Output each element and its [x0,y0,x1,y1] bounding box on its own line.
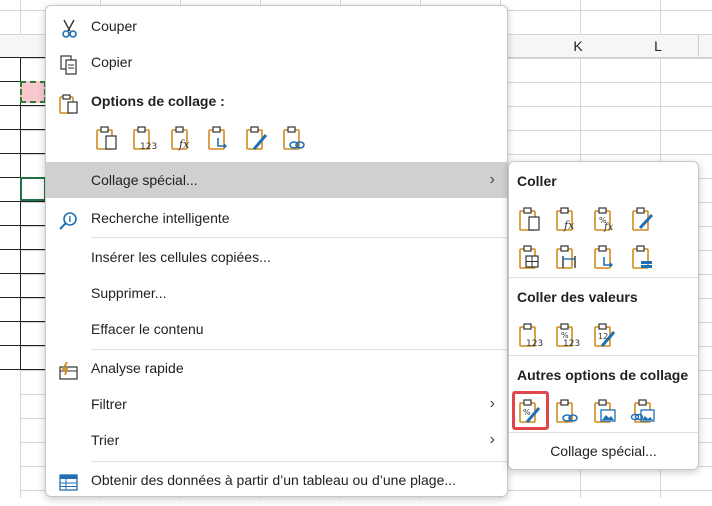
copy-icon [58,52,80,75]
chevron-right-icon: › [489,395,495,412]
menu-item-quick-analysis[interactable]: Analyse rapide [46,350,507,386]
paste-icon [58,91,80,114]
paste-transpose-icon[interactable] [592,244,618,272]
menu-item-label: Recherche intelligente [91,210,230,226]
svg-text:%: % [523,408,531,417]
scissors-icon [58,16,80,38]
menu-item-label: Filtrer [91,396,127,412]
menu-item-sort[interactable]: Trier › [46,422,507,458]
paste-link-icon[interactable] [554,398,580,426]
quick-analysis-icon [58,358,80,380]
menu-item-label: Collage spécial... [91,172,198,188]
active-cell[interactable] [20,177,46,201]
submenu-separator [509,432,698,433]
paste-picture-icon[interactable] [592,398,618,426]
paste-keep-column-widths-icon[interactable] [554,244,580,272]
submenu-separator [509,277,698,278]
table-border [0,249,46,250]
table-border [0,225,46,226]
paste-linked-picture-icon[interactable] [630,398,656,426]
menu-item-copy[interactable]: Copier [46,44,507,80]
section-title-paste: Coller [517,173,557,189]
table-border [20,57,21,370]
menu-item-label: Copier [91,54,133,70]
menu-item-filter[interactable]: Filtrer › [46,386,507,422]
paste-icon[interactable] [94,125,120,153]
copy-marquee [20,81,46,103]
table-border [0,105,46,106]
menu-item-label: Options de collage : [91,93,225,109]
svg-text:i: i [69,215,72,224]
table-border [0,345,46,346]
svg-text:123: 123 [563,339,580,349]
table-border [0,57,46,58]
svg-text:fx: fx [178,138,190,151]
table-border [0,129,46,130]
svg-text:123: 123 [526,339,543,349]
column-label-l: L [654,38,662,54]
menu-item-label: Obtenir des données à partir d’un tablea… [91,472,457,488]
paste-special-submenu: Coller fx % fx Coller des valeurs 123 % 12… [508,161,699,470]
menu-item-label: Supprimer... [91,285,167,301]
menu-item-clear-contents[interactable]: Effacer le contenu [46,311,507,347]
menu-item-paste-options: Options de collage : [46,83,507,119]
paste-no-borders-icon[interactable] [517,244,543,272]
paste-formatting-icon[interactable]: % [517,398,543,426]
column-header-k[interactable]: K [538,35,619,58]
menu-item-smart-lookup[interactable]: i Recherche intelligente [46,200,507,236]
paste-values-icon[interactable]: 123 [131,125,157,153]
paste-values-source-format-icon[interactable]: 12 [592,322,618,350]
chevron-right-icon: › [489,431,495,448]
svg-text:fx: fx [563,219,575,232]
paste-merge-conditional-icon[interactable] [630,244,656,272]
row-header-strip [0,57,20,498]
table-border [0,297,46,298]
table-border [0,273,46,274]
smart-lookup-icon: i [58,208,80,230]
menu-item-paste-special[interactable]: Collage spécial... › [46,162,507,198]
paste-formulas-icon[interactable]: fx [554,206,580,234]
paste-transpose-icon[interactable] [206,125,232,153]
paste-formatting-icon[interactable] [244,125,270,153]
section-title-other-paste-options: Autres options de collage [517,367,689,383]
paste-keep-source-formatting-icon[interactable] [630,206,656,234]
paste-link-icon[interactable] [281,125,307,153]
paste-icon[interactable] [517,206,543,234]
menu-item-label: Effacer le contenu [91,321,204,337]
table-icon [58,470,80,491]
menu-item-label: Couper [91,18,137,34]
table-border [0,369,46,370]
paste-special-link[interactable]: Collage spécial... [509,443,698,459]
paste-formulas-icon[interactable]: fx [169,125,195,153]
svg-text:123: 123 [140,142,157,152]
paste-formulas-number-format-icon[interactable]: % fx [592,206,618,234]
svg-text:fx: fx [603,222,614,233]
menu-separator [91,237,507,238]
submenu-separator [509,355,698,356]
menu-item-label: Trier [91,432,120,448]
context-menu: Couper Copier Options de collage : 123 f… [45,5,508,497]
menu-item-delete[interactable]: Supprimer... [46,275,507,311]
menu-item-label: Insérer les cellules copiées... [91,249,271,265]
column-label-k: K [573,38,583,54]
menu-item-insert-copied-cells[interactable]: Insérer les cellules copiées... [46,239,507,275]
section-title-paste-values: Coller des valeurs [517,289,638,305]
paste-values-icon[interactable]: 123 [517,322,543,350]
table-border [0,321,46,322]
menu-item-cut[interactable]: Couper [46,8,507,44]
chevron-right-icon: › [489,171,495,188]
table-border [0,201,46,202]
paste-values-number-format-icon[interactable]: % 123 [554,322,580,350]
column-header-l[interactable]: L [618,35,699,58]
menu-item-get-data-from-table[interactable]: Obtenir des données à partir d’un tablea… [46,462,507,498]
menu-item-label: Analyse rapide [91,360,184,376]
table-border [0,153,46,154]
